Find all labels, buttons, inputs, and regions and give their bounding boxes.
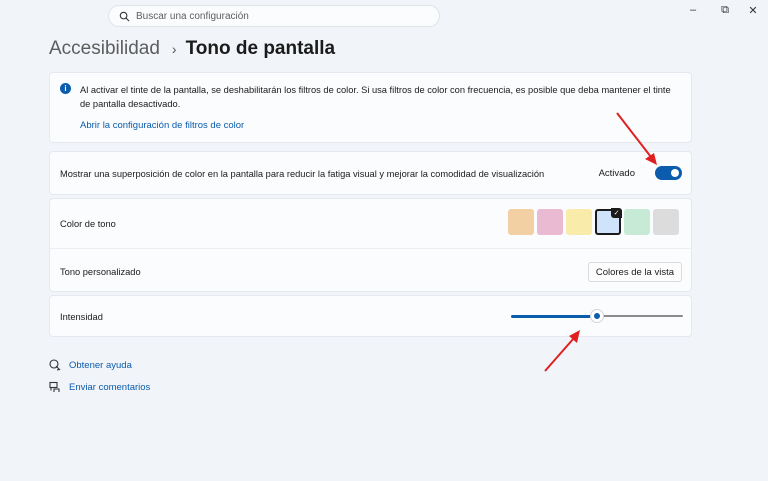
tone-swatch[interactable] <box>653 209 679 235</box>
checkmark-icon: ✓ <box>611 208 622 218</box>
help-icon <box>49 359 61 371</box>
info-card: i Al activar el tinte de la pantalla, se… <box>49 72 692 143</box>
custom-tone-label: Tono personalizado <box>60 266 141 277</box>
tone-swatch[interactable] <box>566 209 592 235</box>
tone-color-label: Color de tono <box>60 218 116 229</box>
chevron-right-icon: › <box>171 41 177 57</box>
tone-swatch[interactable] <box>508 209 534 235</box>
info-text: Al activar el tinte de la pantalla, se d… <box>80 85 671 109</box>
overlay-setting-card: Mostrar una superposición de color en la… <box>49 151 692 195</box>
minimize-button[interactable]: – <box>678 0 708 20</box>
tone-swatch[interactable] <box>624 209 650 235</box>
slider-thumb[interactable] <box>590 309 604 323</box>
send-feedback-link[interactable]: Enviar comentarios <box>49 381 150 393</box>
get-help-link[interactable]: Obtener ayuda <box>49 359 132 371</box>
search-box[interactable] <box>108 5 440 27</box>
page-title: Tono de pantalla <box>185 38 336 59</box>
send-feedback-label: Enviar comentarios <box>69 381 151 393</box>
get-help-label: Obtener ayuda <box>69 359 132 371</box>
intensity-slider[interactable] <box>511 309 683 323</box>
overlay-toggle[interactable] <box>655 166 682 180</box>
search-icon <box>119 11 130 21</box>
intensity-card: Intensidad <box>49 295 692 337</box>
toggle-status: Activado <box>598 168 635 179</box>
breadcrumb: Accesibilidad › Tono de pantalla <box>49 38 335 60</box>
intensity-label: Intensidad <box>60 312 103 322</box>
slider-track <box>603 315 683 317</box>
slider-track-fill <box>511 315 591 318</box>
view-colors-button[interactable]: Colores de la vista <box>587 262 682 282</box>
tone-color-row: Color de tono ✓ <box>50 199 691 249</box>
close-button[interactable]: ✕ <box>738 0 768 20</box>
custom-tone-row: Tono personalizado Colores de la vista <box>50 250 691 293</box>
tone-swatch[interactable] <box>537 209 563 235</box>
overlay-label: Mostrar una superposición de color en la… <box>60 169 545 179</box>
info-icon: i <box>60 83 71 94</box>
tone-swatch[interactable]: ✓ <box>595 208 622 235</box>
color-filters-link[interactable]: Abrir la configuración de filtros de col… <box>80 120 244 131</box>
restore-button[interactable]: ⧉ <box>710 0 740 20</box>
swatch-group: ✓ <box>508 208 679 235</box>
tone-settings-card: Color de tono ✓ Tono personalizado Color… <box>49 198 692 292</box>
feedback-icon <box>49 381 60 392</box>
breadcrumb-parent-link[interactable]: Accesibilidad <box>49 38 160 60</box>
search-input[interactable] <box>136 10 416 22</box>
